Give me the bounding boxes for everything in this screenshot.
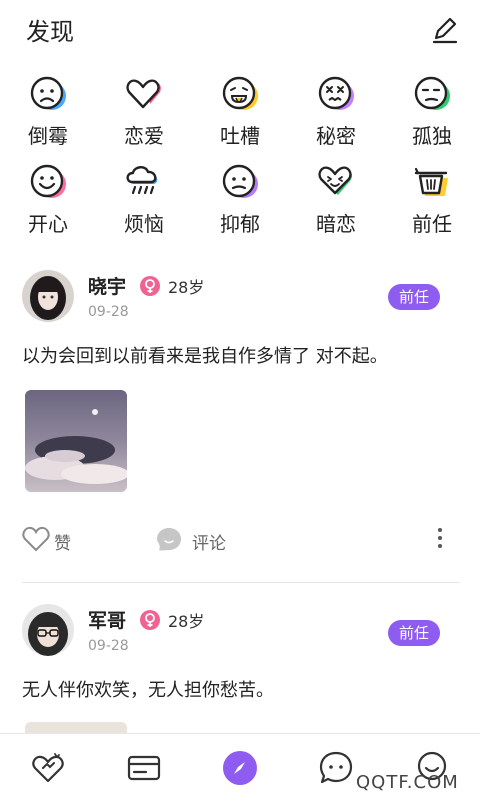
female-icon (140, 610, 160, 630)
mood-yiyu[interactable]: 抑郁 (192, 156, 288, 236)
mood-label: 孤独 (412, 124, 452, 148)
watermark-text: QQTF.COM (356, 772, 459, 793)
comment-icon[interactable] (156, 526, 182, 552)
comment-label[interactable]: 评论 (192, 529, 226, 554)
happy-face-icon (28, 162, 68, 202)
heart-icon (124, 74, 164, 114)
mood-label: 暗恋 (316, 212, 356, 236)
mood-tucao[interactable]: 吐槽 (192, 68, 288, 148)
user-age: 28岁 (168, 278, 205, 297)
mood-gudu[interactable]: 孤独 (384, 68, 480, 148)
mood-anlian[interactable]: 暗恋 (288, 156, 384, 236)
page-title: 发现 (26, 18, 74, 46)
post-image[interactable] (25, 390, 127, 492)
card-icon[interactable] (124, 748, 164, 788)
mood-fannao[interactable]: 烦恼 (96, 156, 192, 236)
post-date: 09-28 (88, 304, 129, 320)
header: 发现 (0, 0, 480, 60)
chat-icon[interactable] (316, 748, 356, 788)
post-content[interactable]: 无人伴你欢笑，无人担你愁苦。 (22, 676, 274, 702)
basket-icon (412, 162, 452, 202)
dizzy-face-icon (316, 74, 356, 114)
mood-mimi[interactable]: 秘密 (288, 68, 384, 148)
user-age: 28岁 (168, 612, 205, 631)
female-icon (140, 276, 160, 296)
avatar[interactable] (22, 604, 74, 656)
like-icon[interactable] (22, 526, 50, 552)
mood-label: 吐槽 (220, 124, 260, 148)
divider (22, 582, 460, 583)
tongue-face-icon (220, 74, 260, 114)
mood-label: 开心 (28, 212, 68, 236)
post-content[interactable]: 以为会回到以前看来是我自作多情了 对不起。 (22, 342, 388, 368)
sad-face-icon (28, 74, 68, 114)
mood-tag[interactable]: 前任 (388, 620, 440, 646)
rain-cloud-icon (124, 162, 164, 202)
mood-label: 烦恼 (124, 212, 164, 236)
mood-label: 前任 (412, 212, 452, 236)
mood-label: 恋爱 (124, 124, 164, 148)
gloomy-face-icon (220, 162, 260, 202)
shy-heart-icon (316, 162, 356, 202)
avatar[interactable] (22, 270, 74, 322)
user-name[interactable]: 晓宇 (88, 272, 126, 299)
edit-icon[interactable] (428, 14, 460, 46)
mood-kaixin[interactable]: 开心 (0, 156, 96, 236)
compass-icon[interactable] (220, 748, 260, 788)
mood-label: 秘密 (316, 124, 356, 148)
more-icon[interactable] (436, 526, 444, 550)
mood-label: 倒霉 (28, 124, 68, 148)
like-label[interactable]: 赞 (54, 529, 71, 554)
mood-tag[interactable]: 前任 (388, 284, 440, 310)
heart-home-icon[interactable] (28, 748, 68, 788)
post-date: 09-28 (88, 638, 129, 654)
mood-lianai[interactable]: 恋爱 (96, 68, 192, 148)
mood-label: 抑郁 (220, 212, 260, 236)
lonely-face-icon (412, 74, 452, 114)
mood-daomei[interactable]: 倒霉 (0, 68, 96, 148)
user-name[interactable]: 军哥 (88, 606, 126, 633)
mood-qianren[interactable]: 前任 (384, 156, 480, 236)
